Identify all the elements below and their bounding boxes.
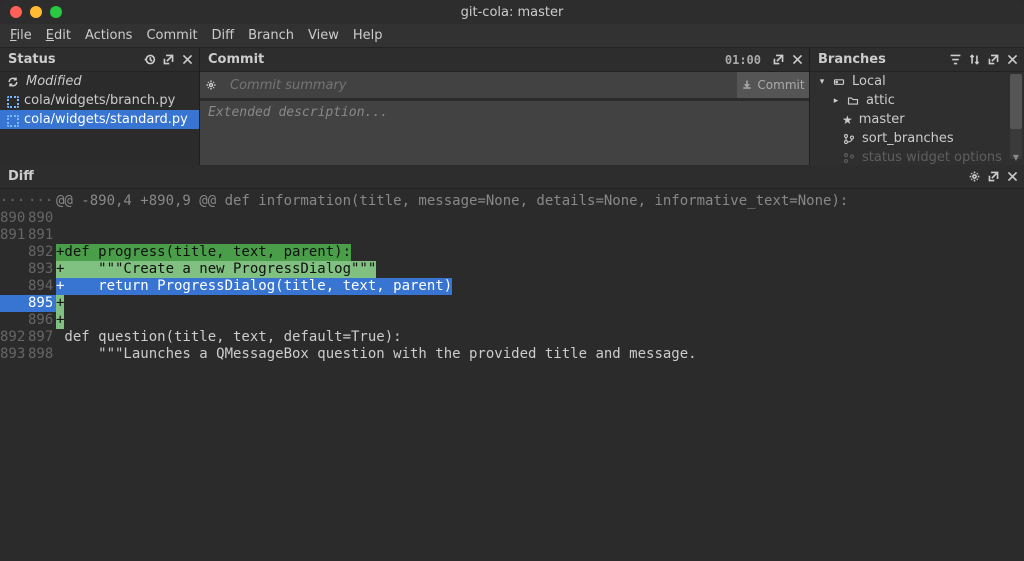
popout-icon[interactable]: [770, 52, 786, 68]
diff-line[interactable]: 890890: [0, 210, 1024, 227]
menu-help[interactable]: Help: [353, 28, 383, 43]
close-icon[interactable]: [1004, 169, 1020, 185]
diff-line[interactable]: 893+ """Create a new ProgressDialog""": [0, 261, 1024, 278]
close-icon[interactable]: [1004, 52, 1020, 68]
diff-line[interactable]: 894+ return ProgressDialog(title, text, …: [0, 278, 1024, 295]
branch-item[interactable]: status widget options: [810, 148, 1024, 165]
commit-panel: Commit 01:00 Commit Extended description…: [200, 48, 810, 165]
menu-view[interactable]: View: [308, 28, 339, 43]
status-panel: Status Modified cola/widgets/branch.py c…: [0, 48, 200, 165]
star-icon: ★: [842, 113, 853, 127]
diff-line[interactable]: 892897 def question(title, text, default…: [0, 329, 1024, 346]
diff-line[interactable]: 896+: [0, 312, 1024, 329]
close-icon[interactable]: [789, 52, 805, 68]
menu-commit[interactable]: Commit: [146, 28, 197, 43]
commit-description-input[interactable]: Extended description...: [200, 101, 809, 165]
menubar: File Edit Actions Commit Diff Branch Vie…: [0, 24, 1024, 48]
modified-file-icon: [6, 114, 18, 126]
diff-panel-title: Diff: [8, 169, 34, 184]
expand-toggle[interactable]: ▾: [818, 77, 826, 87]
diff-line[interactable]: 893898 """Launches a QMessageBox questio…: [0, 346, 1024, 363]
window-maximize-button[interactable]: [50, 6, 62, 18]
status-group-modified[interactable]: Modified: [0, 72, 199, 91]
menu-file[interactable]: File: [10, 28, 32, 43]
window-close-button[interactable]: [10, 6, 22, 18]
diff-content[interactable]: ······@@ -890,4 +890,9 @@ def informatio…: [0, 189, 1024, 561]
diff-line[interactable]: 895+: [0, 295, 1024, 312]
branches-panel-title: Branches: [818, 52, 886, 67]
branch-icon: [842, 151, 856, 165]
status-panel-title: Status: [8, 52, 56, 67]
close-icon[interactable]: [179, 52, 195, 68]
branch-icon: [842, 132, 856, 146]
status-file-item[interactable]: cola/widgets/branch.py: [0, 91, 199, 110]
modified-file-icon: [6, 95, 18, 107]
scrollbar-thumb[interactable]: [1010, 74, 1022, 129]
disk-icon: [832, 75, 846, 89]
commit-button[interactable]: Commit: [737, 72, 809, 98]
scroll-down[interactable]: ▼: [1010, 153, 1022, 163]
titlebar: git-cola: master: [0, 0, 1024, 24]
sort-icon[interactable]: [966, 52, 982, 68]
commit-summary-input[interactable]: [222, 72, 737, 98]
diff-line[interactable]: 891891: [0, 227, 1024, 244]
diff-panel: Diff ······@@ -890,4 +890,9 @@ def infor…: [0, 165, 1024, 561]
popout-icon[interactable]: [985, 169, 1001, 185]
diff-line[interactable]: 892+def progress(title, text, parent):: [0, 244, 1024, 261]
menu-actions[interactable]: Actions: [85, 28, 133, 43]
branch-root-local[interactable]: ▾ Local: [810, 72, 1024, 91]
cursor-position: 01:00: [725, 53, 761, 67]
menu-edit[interactable]: Edit: [46, 28, 71, 43]
branch-item[interactable]: ▸ attic: [810, 91, 1024, 110]
branch-item[interactable]: sort_branches: [810, 129, 1024, 148]
window-minimize-button[interactable]: [30, 6, 42, 18]
window-title: git-cola: master: [0, 5, 1024, 20]
popout-icon[interactable]: [985, 52, 1001, 68]
branch-item-current[interactable]: ★ master: [810, 110, 1024, 129]
menu-branch[interactable]: Branch: [248, 28, 294, 43]
expand-toggle[interactable]: ▸: [832, 96, 840, 106]
commit-options-button[interactable]: [200, 72, 222, 98]
menu-diff[interactable]: Diff: [212, 28, 235, 43]
branches-panel: Branches ▾ Local ▸ attic ★ master: [810, 48, 1024, 165]
filter-icon[interactable]: [947, 52, 963, 68]
gear-icon: [205, 79, 217, 91]
refresh-icon: [6, 75, 20, 89]
status-file-item[interactable]: cola/widgets/standard.py: [0, 110, 199, 129]
commit-panel-title: Commit: [208, 52, 264, 67]
gear-icon[interactable]: [966, 169, 982, 185]
download-icon: [741, 79, 753, 91]
popout-icon[interactable]: [160, 52, 176, 68]
folder-icon: [846, 94, 860, 108]
history-icon[interactable]: [141, 52, 157, 68]
